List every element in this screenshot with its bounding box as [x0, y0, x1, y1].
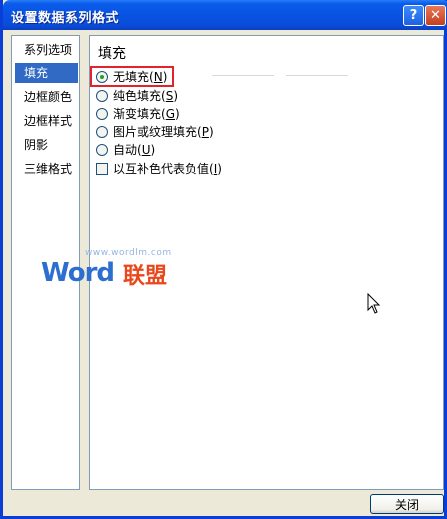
option-label: 以互补色代表负值: [113, 162, 210, 176]
radio-button[interactable]: [96, 143, 108, 156]
sidebar-item-fill[interactable]: 填充: [15, 63, 78, 83]
radio-picture-texture-fill[interactable]: 图片或纹理填充(P): [96, 123, 214, 140]
radio-button[interactable]: [96, 125, 108, 138]
radio-button-checked[interactable]: [96, 70, 108, 83]
option-label: 无填充: [113, 70, 150, 84]
option-label: 纯色填充: [113, 89, 162, 103]
watermark-word: Word: [41, 258, 115, 288]
section-divider: [212, 75, 274, 76]
watermark-cn: 联盟: [123, 264, 168, 289]
sidebar-item-3d-format[interactable]: 三维格式: [15, 159, 78, 179]
help-button[interactable]: ?: [403, 5, 424, 26]
panel-title: 填充: [98, 46, 126, 62]
format-data-series-dialog: 设置数据系列格式 ? ✕ 系列选项 填充 边框颜色 边框样式 阴影 三维格式 填…: [0, 0, 447, 519]
section-divider: [286, 75, 348, 76]
close-button[interactable]: 关闭: [370, 494, 444, 514]
close-icon: ✕: [430, 8, 441, 23]
radio-solid-fill[interactable]: 纯色填充(S): [96, 87, 178, 104]
radio-no-fill[interactable]: 无填充(N): [96, 68, 167, 85]
title-close-button[interactable]: ✕: [425, 5, 446, 26]
sidebar-item-shadow[interactable]: 阴影: [15, 135, 78, 155]
title-bar[interactable]: 设置数据系列格式 ? ✕: [3, 0, 447, 30]
option-label: 渐变填充: [113, 107, 162, 121]
dialog-title: 设置数据系列格式: [11, 11, 120, 26]
radio-automatic[interactable]: 自动(U): [96, 141, 155, 158]
access-key: G: [165, 106, 176, 121]
checkbox-invert-if-negative[interactable]: 以互补色代表负值(I): [96, 160, 222, 177]
sidebar-item-border-color[interactable]: 边框颜色: [15, 87, 78, 107]
radio-button[interactable]: [96, 107, 108, 120]
option-label: 自动: [113, 143, 138, 157]
access-key: I: [213, 161, 218, 176]
sidebar-item-border-style[interactable]: 边框样式: [15, 111, 78, 131]
access-key: U: [141, 142, 151, 157]
radio-gradient-fill[interactable]: 渐变填充(G): [96, 105, 180, 122]
help-icon: ?: [409, 8, 418, 23]
access-key: N: [153, 69, 163, 84]
sidebar-item-series-options[interactable]: 系列选项: [15, 40, 78, 60]
option-label: 图片或纹理填充: [113, 125, 198, 139]
mouse-cursor-icon: [367, 293, 381, 314]
checkbox[interactable]: [96, 162, 108, 175]
access-key: P: [201, 124, 209, 139]
watermark-url: www.wordlm.com: [85, 248, 172, 258]
radio-button[interactable]: [96, 89, 108, 102]
access-key: S: [165, 88, 174, 103]
